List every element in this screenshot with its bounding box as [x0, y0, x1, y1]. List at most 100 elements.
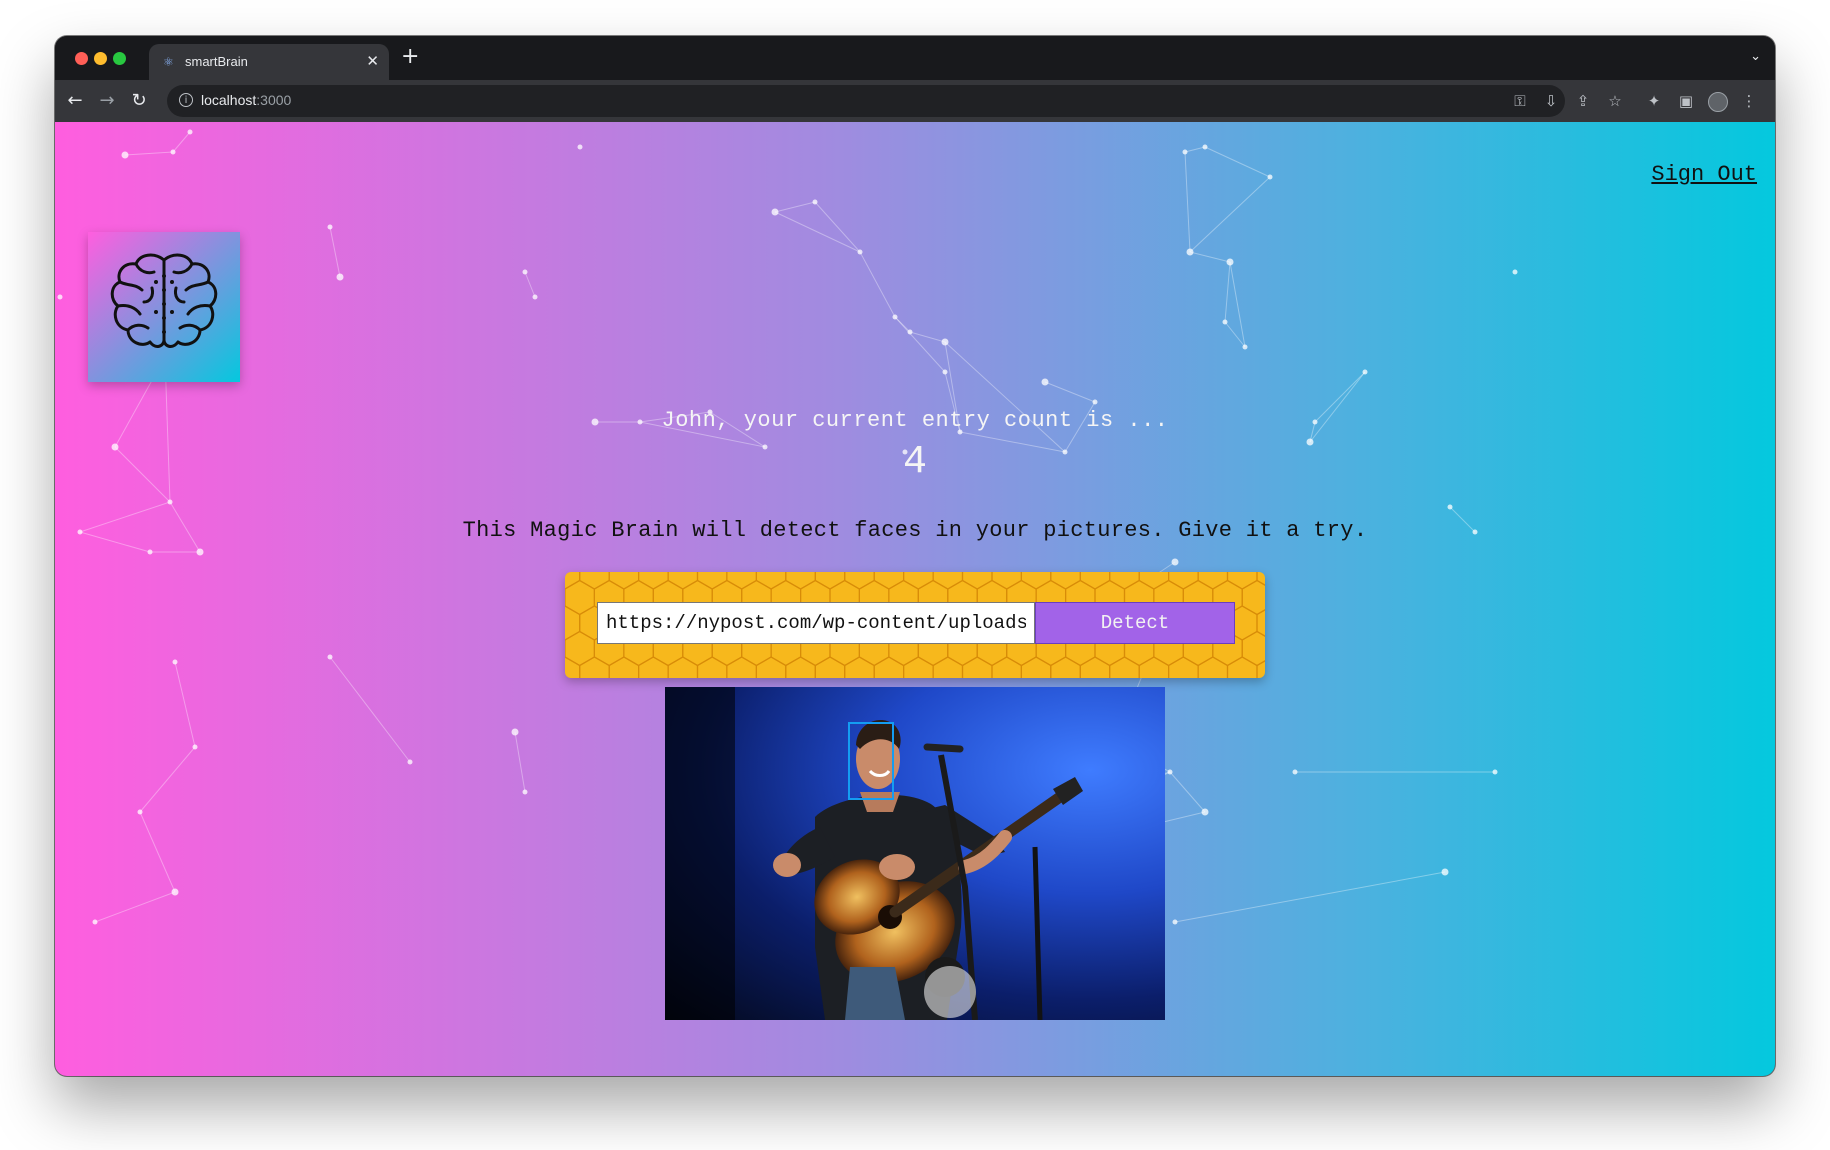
hex-cell — [1168, 572, 1199, 590]
hex-cell — [565, 605, 581, 641]
particle-dot — [137, 809, 143, 815]
particle-line — [1204, 146, 1271, 178]
particle-dot — [187, 129, 193, 135]
hex-cell — [1020, 572, 1052, 590]
guitarist-on-stage-photo — [665, 687, 1165, 1020]
particle-line — [859, 251, 896, 318]
menu-icon[interactable]: ⋮ — [1738, 89, 1760, 113]
close-window-button[interactable] — [75, 52, 88, 65]
extensions-icon[interactable]: ✦ — [1643, 89, 1665, 113]
particle-line — [172, 131, 191, 153]
particle-dot — [1267, 174, 1273, 180]
minimize-window-button[interactable] — [94, 52, 107, 65]
url-text[interactable]: localhost:3000 — [201, 92, 291, 108]
hex-cell — [991, 656, 1022, 678]
particle-line — [774, 211, 861, 253]
logo-tile[interactable] — [88, 232, 240, 382]
particle-line — [139, 811, 176, 893]
new-tab-button[interactable]: + — [401, 46, 419, 68]
star-icon[interactable]: ☆ — [1604, 89, 1626, 113]
hex-cell — [1241, 579, 1265, 616]
image-url-input[interactable] — [597, 602, 1035, 644]
particle-dot — [147, 549, 153, 555]
hex-cell — [638, 572, 669, 590]
chevron-down-icon[interactable]: ⌄ — [1750, 49, 1761, 64]
photo-content — [665, 687, 1083, 1020]
hex-cell — [1138, 572, 1170, 590]
profile-avatar[interactable] — [1708, 92, 1728, 112]
particle-dot — [1292, 769, 1298, 775]
brain-icon — [110, 253, 218, 348]
hex-cell — [1109, 572, 1140, 590]
particle-dot — [1512, 269, 1518, 275]
sidepanel-icon[interactable]: ▣ — [1675, 89, 1697, 113]
particle-dot — [1202, 144, 1208, 150]
hex-cell — [565, 656, 581, 678]
particle-dot — [1041, 378, 1049, 386]
particle-dot — [1186, 248, 1194, 256]
hex-cell — [638, 656, 669, 678]
hex-cell — [1197, 656, 1229, 678]
particle-line — [524, 271, 536, 298]
tab-smartbrain[interactable]: ⚛ smartBrain ✕ — [149, 44, 389, 81]
site-info-icon[interactable]: i — [179, 93, 193, 107]
entry-message: John, your current entry count is ... — [661, 408, 1169, 433]
particle-line — [894, 316, 946, 373]
face-bounding-box — [848, 722, 894, 800]
particle-line — [1189, 251, 1231, 263]
particle-dot — [857, 249, 863, 255]
install-icon[interactable]: ⇩ — [1540, 89, 1562, 113]
hex-cell — [565, 579, 595, 616]
hex-cell — [726, 656, 757, 678]
react-icon: ⚛ — [163, 55, 174, 69]
hex-cell — [1241, 630, 1265, 667]
close-tab-icon[interactable]: ✕ — [366, 52, 379, 70]
forward-icon[interactable]: → — [95, 89, 119, 113]
particle-dot — [1172, 919, 1178, 925]
hex-cell — [785, 572, 816, 590]
hex-cell — [873, 656, 905, 678]
reload-icon[interactable]: ↻ — [127, 89, 151, 113]
particle-line — [774, 201, 816, 213]
particle-line — [124, 151, 174, 156]
particle-dot — [771, 208, 779, 216]
particle-dot — [812, 199, 818, 205]
sign-out-link[interactable]: Sign Out — [1651, 162, 1757, 187]
particle-dot — [1201, 808, 1209, 816]
hex-cell — [755, 572, 787, 590]
hex-cell — [1079, 572, 1111, 590]
maximize-window-button[interactable] — [113, 52, 126, 65]
hex-cell — [565, 630, 595, 667]
hex-cell — [991, 572, 1022, 590]
share-icon[interactable]: ⇪ — [1572, 89, 1594, 113]
page-viewport: Sign Out John, your current entry count … — [55, 122, 1775, 1076]
detect-button[interactable]: Detect — [1035, 602, 1235, 644]
hex-cell — [814, 572, 846, 590]
hex-cell — [903, 656, 934, 678]
particle-dot — [1362, 369, 1368, 375]
particle-line — [944, 341, 1066, 453]
hex-cell — [1197, 572, 1229, 590]
particle-line — [1169, 771, 1206, 813]
hex-cell — [873, 572, 905, 590]
hex-cell — [844, 572, 875, 590]
hex-cell — [667, 656, 699, 678]
particle-dot — [57, 294, 63, 300]
tab-title: smartBrain — [185, 54, 248, 69]
hex-cell — [814, 656, 846, 678]
particle-dot — [172, 659, 178, 665]
particle-dot — [577, 144, 583, 150]
address-bar[interactable]: i localhost:3000 — [167, 85, 1565, 117]
hex-cell — [844, 656, 875, 678]
particle-dot — [1222, 319, 1228, 325]
hex-cell — [667, 572, 699, 590]
hex-cell — [932, 656, 964, 678]
particle-dot — [1226, 258, 1234, 266]
hex-cell — [1079, 656, 1111, 678]
back-icon[interactable]: ← — [63, 89, 87, 113]
key-icon[interactable]: ⚿ — [1509, 89, 1531, 113]
particle-line — [1184, 151, 1191, 253]
detect-form: Detect — [565, 572, 1265, 678]
particle-dot — [121, 151, 129, 159]
particle-dot — [942, 369, 948, 375]
